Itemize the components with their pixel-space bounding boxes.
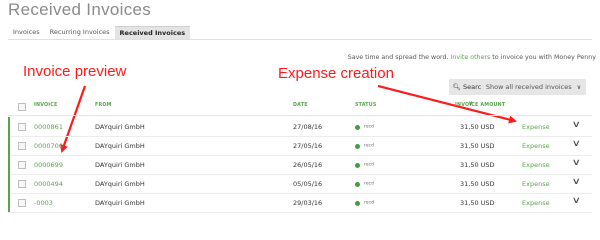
status-text: recd [364, 143, 374, 149]
header-invoice-amount[interactable]: INVOICE AMOUNT [455, 103, 505, 108]
chevron-down-icon: ∨ [576, 84, 582, 91]
date-cell: 27/08/16 [293, 123, 323, 131]
from-cell: DAYquiri GmbH [95, 142, 145, 150]
page-title: Received Invoices [8, 0, 152, 19]
row-accent-bar [8, 174, 10, 193]
status-dot-icon [355, 143, 360, 149]
status-cell: recd [355, 142, 374, 150]
row-accent-bar [8, 193, 10, 212]
status-text: recd [364, 200, 374, 206]
spread-text-after: to invoice you with Money Penny [492, 54, 596, 61]
status-text: recd [364, 162, 374, 168]
table-row[interactable]: -0003 DAYquiri GmbH 29/03/16 recd 31,50 USD E… [8, 193, 592, 213]
table-row[interactable]: 0000700 DAYquiri GmbH 27/05/16 recd 31,50 US… [8, 136, 592, 156]
row-accent-bar [8, 155, 10, 174]
status-cell: recd [355, 123, 374, 131]
header-status[interactable]: STATUS [355, 103, 377, 108]
expense-button[interactable]: Expense [522, 123, 550, 131]
status-dot-icon [355, 200, 360, 206]
invoice-number-link[interactable]: -0003 [34, 199, 53, 207]
status-cell: recd [355, 199, 374, 207]
chevron-down-icon[interactable]: ∨ [572, 158, 581, 168]
expense-button[interactable]: Expense [522, 142, 550, 150]
date-cell: 26/05/16 [293, 161, 323, 169]
search-icon: 🔍︎ [452, 83, 461, 91]
invoice-number-link[interactable]: 0000861 [34, 123, 63, 131]
row-accent-bar [8, 117, 10, 136]
from-cell: DAYquiri GmbH [95, 199, 145, 207]
show-all-received-filter[interactable]: Show all received invoices ∨ [481, 79, 586, 95]
table-row[interactable]: 0000861 DAYquiri GmbH 27/08/16 recd 31,50 US… [8, 117, 592, 137]
tab-invoices[interactable]: Invoices [8, 26, 45, 39]
status-text: recd [364, 124, 374, 130]
date-cell: 29/03/16 [293, 199, 323, 207]
spread-word-message: Save time and spread the word. Invite ot… [348, 54, 596, 61]
invite-others-link[interactable]: Invite others [451, 54, 491, 61]
annotation-expense-creation: Expense creation [278, 65, 394, 82]
amount-cell: 31,50 USD [460, 142, 495, 150]
chevron-down-icon[interactable]: ∨ [572, 177, 581, 187]
chevron-down-icon[interactable]: ∨ [572, 120, 581, 130]
spread-text-before: Save time and spread the word. [347, 54, 449, 61]
table-row[interactable]: 0000494 DAYquiri GmbH 05/05/16 recd 31,50 US… [8, 174, 592, 194]
row-checkbox[interactable] [18, 180, 26, 188]
header-date[interactable]: DATE [293, 103, 308, 108]
header-invoice[interactable]: INVOICE [34, 103, 58, 108]
row-checkbox[interactable] [18, 123, 26, 131]
tab-divider [8, 39, 592, 40]
expense-button[interactable]: Expense [522, 180, 550, 188]
from-cell: DAYquiri GmbH [95, 123, 145, 131]
filter-label: Show all received invoices [485, 83, 572, 91]
table-header: INVOICE FROM DATE STATUS INVOICE AMOUNT [8, 97, 592, 116]
tab-recurring-invoices[interactable]: Recurring Invoices [45, 26, 115, 39]
amount-cell: 31,50 USD [460, 123, 495, 131]
row-checkbox[interactable] [18, 142, 26, 150]
amount-cell: 31,50 USD [460, 161, 495, 169]
annotation-invoice-preview: Invoice preview [23, 63, 127, 80]
status-dot-icon [355, 181, 360, 187]
invoice-number-link[interactable]: 0000700 [34, 142, 63, 150]
tab-received-invoices[interactable]: Received Invoices [114, 26, 191, 39]
status-dot-icon [355, 124, 360, 130]
amount-cell: 31,50 USD [460, 199, 495, 207]
chevron-down-icon[interactable]: ∨ [572, 196, 581, 206]
status-text: recd [364, 181, 374, 187]
status-cell: recd [355, 180, 374, 188]
from-cell: DAYquiri GmbH [95, 161, 145, 169]
row-accent-bar [8, 136, 10, 155]
tab-bar: Invoices Recurring Invoices Received Inv… [8, 26, 191, 39]
date-cell: 27/05/16 [293, 142, 323, 150]
row-checkbox[interactable] [18, 199, 26, 207]
status-cell: recd [355, 161, 374, 169]
invoice-number-link[interactable]: 0000699 [34, 161, 63, 169]
expense-button[interactable]: Expense [522, 161, 550, 169]
table-row[interactable]: 0000699 DAYquiri GmbH 26/05/16 recd 31,50 US… [8, 155, 592, 175]
date-cell: 05/05/16 [293, 180, 323, 188]
header-from[interactable]: FROM [95, 103, 112, 108]
select-all-checkbox[interactable] [18, 103, 26, 111]
invoice-number-link[interactable]: 0000494 [34, 180, 63, 188]
amount-cell: 31,50 USD [460, 180, 495, 188]
from-cell: DAYquiri GmbH [95, 180, 145, 188]
chevron-down-icon[interactable]: ∨ [572, 139, 581, 149]
status-dot-icon [355, 162, 360, 168]
row-checkbox[interactable] [18, 161, 26, 169]
expense-button[interactable]: Expense [522, 199, 550, 207]
